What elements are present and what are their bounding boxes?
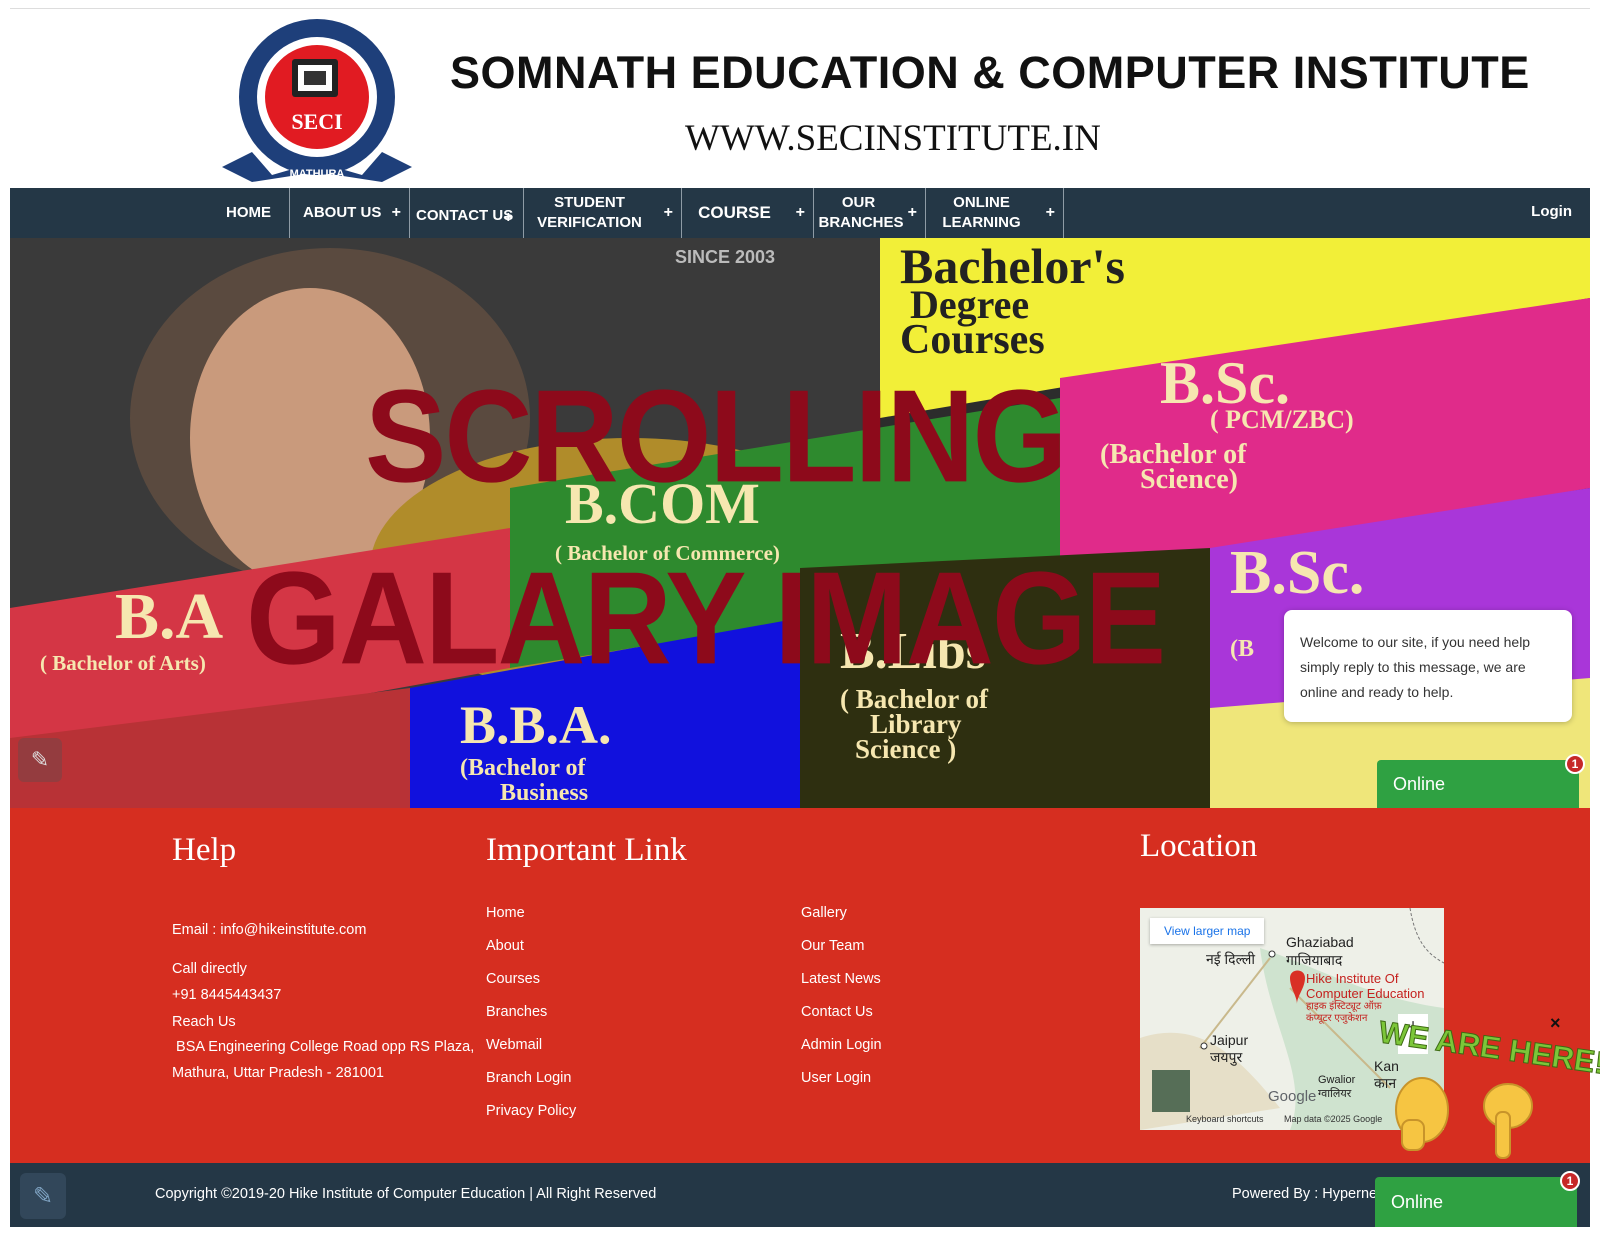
banner-image: SINCE 2003 Bachelor's Degree Courses B.S… (10, 238, 1590, 808)
login-link[interactable]: Login (1531, 203, 1572, 220)
pencil-icon[interactable]: ✎ (18, 738, 62, 782)
pencil-icon[interactable]: ✎ (20, 1173, 66, 1219)
map-city-gwalior-hi: ग्वालियर (1318, 1088, 1352, 1100)
site-url[interactable]: WWW.SECINSTITUTE.IN (685, 117, 1101, 160)
map-city-ghaziabad: Ghaziabad (1286, 934, 1354, 950)
map-place-name-hi-2: कंप्यूटर एजुकेशन (1306, 1013, 1368, 1024)
plus-icon: + (795, 204, 805, 221)
tile-bsc-sub3: Science) (1140, 464, 1238, 495)
tile-bba-sub: (Bachelor of (460, 755, 587, 781)
footer-link-webmail[interactable]: Webmail (486, 1037, 542, 1053)
tile-ba-title: B.A (115, 580, 224, 653)
nav-course[interactable]: COURSE + (682, 188, 814, 238)
nav-student-verification[interactable]: STUDENT VERIFICATION + (524, 188, 682, 238)
map-place-name-hi-1: हाइक इंस्टिट्यूट ऑफ़ (1306, 1001, 1382, 1012)
nav-label: CONTACT US (416, 207, 514, 224)
logo-text: SECI (291, 109, 342, 134)
footer-link-admin-login[interactable]: Admin Login (801, 1037, 882, 1053)
nav-label: OUR BRANCHES (818, 194, 904, 231)
overlay-line2: GALARY IMAGE (246, 544, 1166, 692)
nav-home[interactable]: HOME (208, 188, 290, 238)
help-address-line1: BSA Engineering College Road opp RS Plaz… (172, 1039, 475, 1055)
footer-link-latest-news[interactable]: Latest News (801, 971, 881, 987)
nav-about-us[interactable]: ABOUT US + (290, 188, 410, 238)
tile-bsc-sub: ( PCM/ZBC) (1210, 405, 1354, 434)
plus-icon: + (391, 204, 401, 221)
plus-icon: + (663, 204, 673, 221)
help-reach-label: Reach Us (172, 1014, 236, 1030)
notification-badge: 1 (1565, 754, 1585, 774)
nav-label: HOME (226, 204, 271, 221)
map-keyboard-shortcuts[interactable]: Keyboard shortcuts (1186, 1114, 1264, 1124)
nav-contact-us[interactable]: CONTACT US + (410, 188, 524, 238)
help-email[interactable]: Email : info@hikeinstitute.com (172, 922, 366, 938)
nav-label: ONLINE LEARNING (942, 194, 1021, 231)
notification-badge: 1 (1560, 1171, 1580, 1191)
main-nav: HOME ABOUT US + CONTACT US + STUDENT VER… (10, 188, 1590, 238)
plus-icon: + (907, 204, 917, 221)
nav-label: STUDENT VERIFICATION (537, 194, 642, 231)
map-place-name-2: Computer Education (1306, 986, 1425, 1001)
since-text: SINCE 2003 (675, 247, 775, 267)
copyright-text: Copyright ©2019-20 Hike Institute of Com… (155, 1186, 657, 1202)
logo-city: MATHURA (290, 168, 345, 180)
tile-bsc2-sub: (B (1230, 636, 1254, 662)
gallery-slider[interactable]: SINCE 2003 Bachelor's Degree Courses B.S… (10, 238, 1590, 808)
chat-welcome-message[interactable]: Welcome to our site, if you need help si… (1284, 610, 1572, 722)
site-title: SOMNATH EDUCATION & COMPUTER INSTITUTE (450, 47, 1530, 98)
seci-logo[interactable]: SECI MATHURA (212, 17, 422, 187)
help-heading: Help (172, 832, 237, 868)
chat-online-button-bottom[interactable]: Online (1375, 1177, 1577, 1227)
tile-bsc2-title: B.Sc. (1230, 539, 1364, 607)
view-larger-map-button[interactable]: View larger map (1150, 918, 1265, 944)
tile-blibs-sub3: Science ) (855, 734, 956, 764)
map-city-jaipur-hi: जयपुर (1210, 1049, 1243, 1065)
map-city-delhi-hi: नई दिल्ली (1206, 951, 1256, 967)
overlay-line1: SCROLLING (365, 362, 1067, 510)
chat-status: Online (1391, 1191, 1444, 1212)
help-call-label: Call directly (172, 961, 247, 977)
map-place-name-1: Hike Institute Of (1306, 971, 1399, 986)
footer-link-user-login[interactable]: User Login (801, 1070, 871, 1086)
plus-icon: + (503, 209, 513, 226)
plus-icon: + (1045, 204, 1055, 221)
footer-link-contact-us[interactable]: Contact Us (801, 1004, 873, 1020)
chat-status: Online (1393, 773, 1446, 794)
help-phone[interactable]: +91 8445443437 (172, 987, 281, 1003)
close-icon[interactable]: × (1550, 1013, 1561, 1034)
nav-label: ABOUT US (303, 204, 382, 221)
heading-line3: Courses (900, 317, 1045, 363)
tile-bba-sub2: Business (500, 780, 588, 806)
footer-link-home[interactable]: Home (486, 905, 525, 921)
nav-our-branches[interactable]: OUR BRANCHES + (814, 188, 926, 238)
tile-bba-title: B.B.A. (460, 695, 612, 755)
footer-link-about[interactable]: About (486, 938, 524, 954)
nav-online-learning[interactable]: ONLINE LEARNING + (926, 188, 1064, 238)
map-data-attribution: Map data ©2025 Google (1284, 1114, 1383, 1124)
nav-label: COURSE (698, 203, 771, 222)
site-header: SECI MATHURA SOMNATH EDUCATION & COMPUTE… (10, 8, 1590, 188)
tile-ba-sub: ( Bachelor of Arts) (40, 651, 206, 675)
google-logo: Google (1268, 1088, 1317, 1105)
links-heading: Important Link (486, 832, 687, 868)
waving-hands-icon (1395, 1077, 1533, 1159)
footer-link-privacy-policy[interactable]: Privacy Policy (486, 1103, 576, 1119)
bottom-bar: ✎ Copyright ©2019-20 Hike Institute of C… (10, 1163, 1590, 1227)
map-city-gwalior: Gwalior (1318, 1074, 1356, 1086)
powered-by-text[interactable]: Powered By : Hypernet (1232, 1186, 1381, 1202)
footer-link-gallery[interactable]: Gallery (801, 905, 847, 921)
footer-link-branch-login[interactable]: Branch Login (486, 1070, 571, 1086)
location-heading: Location (1140, 828, 1258, 864)
help-address-line2: Mathura, Uttar Pradesh - 281001 (172, 1065, 384, 1081)
footer-link-branches[interactable]: Branches (486, 1004, 547, 1020)
footer-link-courses[interactable]: Courses (486, 971, 540, 987)
site-footer: Help Email : info@hikeinstitute.com Call… (10, 808, 1590, 1163)
map-city-ghaziabad-hi: गाजियाबाद (1286, 952, 1343, 968)
map-city-jaipur: Jaipur (1210, 1032, 1249, 1048)
chat-online-button[interactable]: Online (1377, 760, 1579, 808)
page: SECI MATHURA SOMNATH EDUCATION & COMPUTE… (0, 0, 1600, 1236)
footer-link-our-team[interactable]: Our Team (801, 938, 864, 954)
